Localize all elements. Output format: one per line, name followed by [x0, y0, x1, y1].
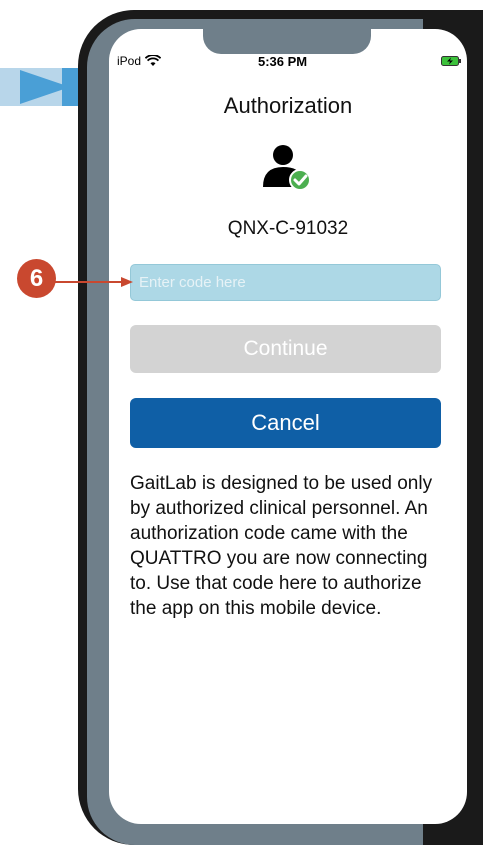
authorization-code-input[interactable] — [130, 264, 441, 301]
user-verified-icon — [263, 145, 311, 191]
device-id: QNX-C-91032 — [227, 218, 349, 239]
battery-charging-icon — [441, 56, 461, 66]
phone-notch — [203, 29, 371, 54]
page-title: Authorization — [223, 93, 353, 118]
wifi-icon — [145, 55, 162, 66]
callout-badge: 6 — [17, 259, 56, 298]
cancel-button[interactable]: Cancel — [130, 398, 441, 448]
carrier-label: iPod — [117, 54, 142, 68]
status-time: 5:36 PM — [258, 54, 308, 69]
callout-arrow — [55, 277, 133, 287]
info-text: GaitLab is designed to be used only by a… — [130, 473, 433, 619]
continue-button[interactable]: Continue — [130, 325, 441, 373]
status-carrier: iPod — [117, 54, 162, 68]
